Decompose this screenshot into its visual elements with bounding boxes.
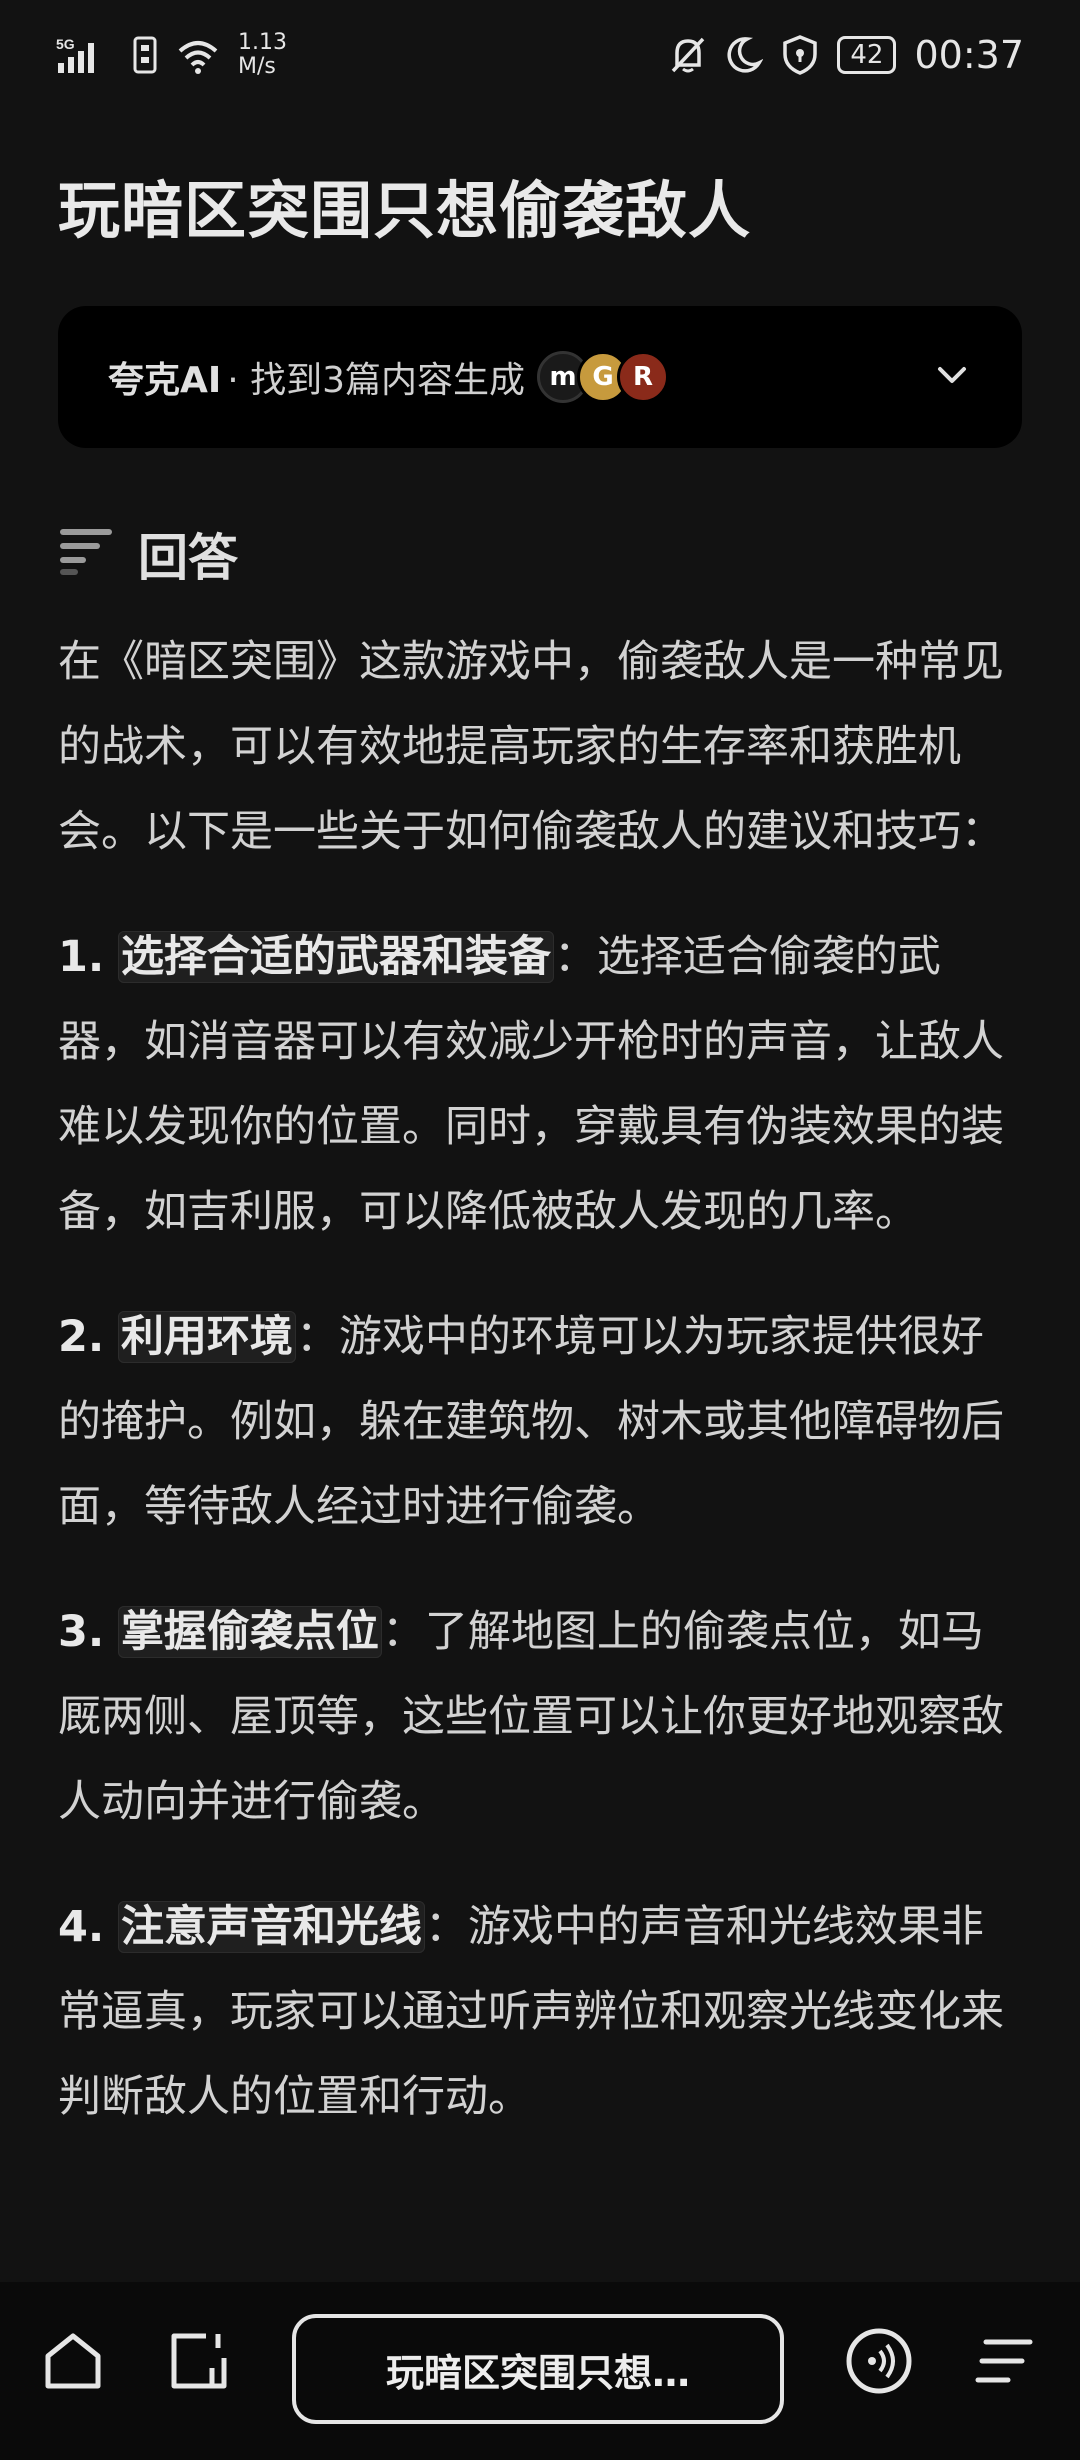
answer-item: 1. 选择合适的武器和装备：选择适合偷袭的武器，如消音器可以有效减少开枪时的声音… [58, 915, 1024, 1255]
source-description: · 找到3篇内容生成 [227, 360, 526, 401]
item-title[interactable]: 选择合适的武器和装备 [117, 931, 554, 983]
answer-item: 2. 利用环境：游戏中的环境可以为玩家提供很好的掩护。例如，躲在建筑物、树木或其… [58, 1295, 1024, 1550]
page-title: 玩暗区突围只想偷袭敌人 [58, 174, 752, 247]
answer-lines-icon [58, 527, 116, 581]
item-title[interactable]: 利用环境 [117, 1311, 296, 1363]
bottom-navigation-bar: 玩暗区突围只想… [0, 2282, 1080, 2460]
item-title[interactable]: 掌握偷袭点位 [117, 1606, 382, 1658]
item-number: 4. [58, 1902, 105, 1952]
item-number: 3. [58, 1607, 105, 1657]
home-icon[interactable] [40, 2328, 106, 2394]
status-right: 42 00:37 [669, 33, 1024, 77]
moon-icon [725, 35, 764, 75]
source-brand: 夸克AI [108, 360, 222, 401]
wifi-icon [176, 35, 220, 75]
svg-text:5G: 5G [56, 36, 75, 52]
signal-icon: 5G [56, 35, 114, 75]
clock: 00:37 [914, 33, 1024, 77]
menu-lines-icon[interactable] [972, 2328, 1038, 2394]
voice-wave-icon[interactable] [844, 2326, 914, 2396]
source-card[interactable]: 夸克AI · 找到3篇内容生成 m G R [58, 306, 1022, 448]
answer-item: 3. 掌握偷袭点位：了解地图上的偷袭点位，如马厩两侧、屋顶等，这些位置可以让你更… [58, 1590, 1024, 1845]
network-speed: 1.13 M/s [238, 30, 287, 79]
chevron-down-icon[interactable] [932, 355, 972, 399]
current-query-pill[interactable]: 玩暗区突围只想… [292, 2314, 784, 2424]
item-number: 2. [58, 1312, 105, 1362]
item-title[interactable]: 注意声音和光线 [117, 1901, 425, 1953]
edit-note-icon[interactable] [166, 2328, 232, 2394]
answer-heading: 回答 [58, 518, 238, 590]
answer-label: 回答 [138, 529, 238, 587]
status-left: 5G 1.13 M/s [56, 31, 287, 79]
source-avatars: m G R [537, 351, 670, 403]
source-avatar: R [617, 351, 670, 403]
mute-bell-icon [669, 35, 707, 75]
battery-indicator: 42 [837, 36, 897, 74]
item-number: 1. [58, 932, 105, 982]
shield-icon [781, 34, 819, 76]
status-bar: 5G 1.13 M/s 42 00:37 [0, 0, 1080, 110]
answer-item: 4. 注意声音和光线：游戏中的声音和光线效果非常逼真，玩家可以通过听声辨位和观察… [58, 1885, 1024, 2140]
sim-icon [132, 35, 158, 75]
answer-intro: 在《暗区突围》这款游戏中，偷袭敌人是一种常见的战术，可以有效地提高玩家的生存率和… [58, 637, 1004, 857]
answer-content: 在《暗区突围》这款游戏中，偷袭敌人是一种常见的战术，可以有效地提高玩家的生存率和… [58, 620, 1024, 2180]
